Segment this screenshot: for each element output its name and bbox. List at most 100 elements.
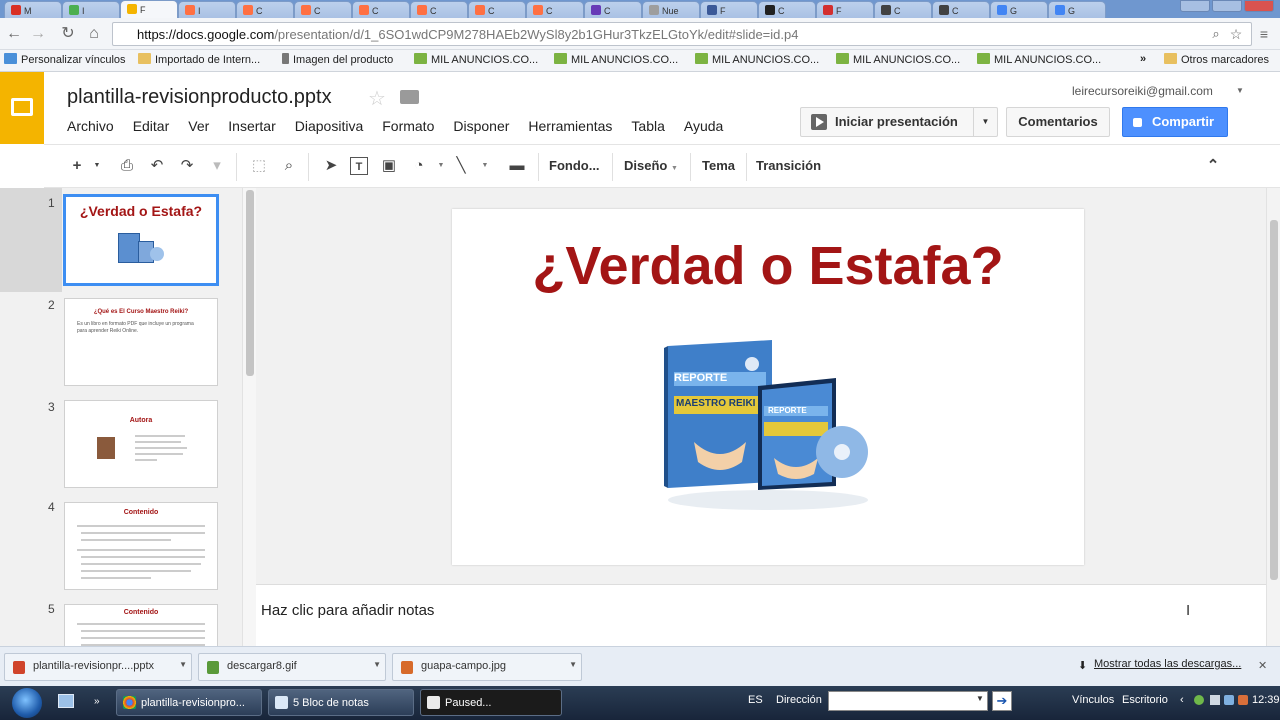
address-dropdown-icon[interactable]: ▼ <box>976 694 984 703</box>
slide-thumbnail-2[interactable]: ¿Qué es El Curso Maestro Reiki? Es un li… <box>64 298 218 386</box>
download-item[interactable]: plantilla-revisionpr....pptx ▼ <box>4 653 192 681</box>
address-bar[interactable]: https://docs.google.com/presentation/d/1… <box>112 22 1252 46</box>
browser-tab[interactable]: F <box>816 1 874 18</box>
start-button-icon[interactable] <box>12 688 42 718</box>
line-dropdown-icon[interactable]: ▼ <box>476 157 494 175</box>
account-dropdown-icon[interactable]: ▼ <box>1236 86 1244 95</box>
minimize-button[interactable] <box>1180 0 1210 12</box>
print-icon[interactable]: ⎙ <box>118 157 136 175</box>
bookmark-item[interactable]: Importado de Intern... <box>138 53 260 66</box>
transition-button[interactable]: Transición <box>756 158 821 173</box>
canvas-scroll-thumb[interactable] <box>1270 220 1278 580</box>
new-slide-dropdown-icon[interactable]: ▼ <box>88 157 106 175</box>
zoom-icon[interactable]: ⌕ <box>280 157 298 175</box>
volume-icon[interactable] <box>1224 695 1234 705</box>
browser-tab[interactable]: Nue <box>642 1 700 18</box>
download-menu-icon[interactable]: ▼ <box>569 660 577 669</box>
line-icon[interactable]: ╲ <box>452 157 470 175</box>
product-image[interactable]: REPORTE MAESTRO REIKI REPORTE <box>664 338 884 518</box>
menu-insertar[interactable]: Insertar <box>228 118 275 136</box>
download-menu-icon[interactable]: ▼ <box>179 660 187 669</box>
language-indicator[interactable]: ES <box>748 694 763 706</box>
undo-icon[interactable]: ↶ <box>148 157 166 175</box>
share-button[interactable]: Compartir <box>1122 107 1228 137</box>
browser-tab[interactable]: C <box>236 1 294 18</box>
taskbar-notepad[interactable]: 5 Bloc de notas <box>268 689 414 716</box>
chrome-menu-icon[interactable]: ≡ <box>1254 24 1274 44</box>
browser-tab[interactable]: F <box>700 1 758 18</box>
taskbar-chrome[interactable]: plantilla-revisionpro... <box>116 689 262 716</box>
go-arrow-icon[interactable]: ➔ <box>992 691 1012 711</box>
bookmark-item[interactable]: MIL ANUNCIOS.CO... <box>554 53 678 66</box>
show-desktop-icon[interactable] <box>58 694 74 708</box>
taskbar-arrow-icon[interactable]: » <box>94 696 100 707</box>
menu-editar[interactable]: Editar <box>133 118 170 136</box>
browser-tab[interactable]: C <box>410 1 468 18</box>
bookmark-item[interactable]: Imagen del producto <box>282 53 393 66</box>
back-arrow-icon[interactable]: ← <box>4 24 24 44</box>
browser-tab[interactable]: I <box>178 1 236 18</box>
links-toolbar-label[interactable]: Vínculos <box>1072 694 1114 706</box>
fit-icon[interactable]: ⬚ <box>250 157 268 175</box>
menu-ayuda[interactable]: Ayuda <box>684 118 723 136</box>
background-button[interactable]: Fondo... <box>549 158 600 173</box>
filmstrip-scroll-thumb[interactable] <box>246 190 254 376</box>
slide-title[interactable]: ¿Verdad o Estafa? <box>452 235 1084 297</box>
new-slide-plus-icon[interactable]: + <box>68 157 86 175</box>
start-presentation-button[interactable]: Iniciar presentación ▼ <box>800 107 998 137</box>
browser-tab[interactable]: C <box>294 1 352 18</box>
address-toolbar-input[interactable] <box>828 691 988 711</box>
browser-tab[interactable]: G <box>1048 1 1106 18</box>
redo-icon[interactable]: ↷ <box>178 157 196 175</box>
select-cursor-icon[interactable]: ➤ <box>322 157 340 175</box>
text-box-icon[interactable]: T <box>350 157 368 175</box>
browser-tab[interactable]: C <box>758 1 816 18</box>
slide-thumbnail-4[interactable]: Contenido <box>64 502 218 590</box>
maximize-button[interactable] <box>1212 0 1242 12</box>
browser-tab[interactable]: F <box>120 0 178 18</box>
filmstrip-scrollbar[interactable] <box>242 188 256 646</box>
user-email[interactable]: leirecursoreiki@gmail.com <box>1072 84 1213 98</box>
menu-tabla[interactable]: Tabla <box>631 118 664 136</box>
tray-app-icon[interactable] <box>1238 695 1248 705</box>
window-controls[interactable] <box>1144 0 1274 14</box>
home-icon[interactable]: ⌂ <box>84 24 104 44</box>
notes-placeholder[interactable]: Haz clic para añadir notas <box>261 602 434 619</box>
menu-archivo[interactable]: Archivo <box>67 118 114 136</box>
star-icon[interactable]: ☆ <box>368 86 386 111</box>
menu-formato[interactable]: Formato <box>382 118 434 136</box>
comments-button[interactable]: Comentarios <box>1006 107 1110 137</box>
tray-app-icon[interactable] <box>1194 695 1204 705</box>
bookmark-item[interactable]: MIL ANUNCIOS.CO... <box>977 53 1101 66</box>
browser-tab[interactable]: C <box>352 1 410 18</box>
bookmark-item[interactable]: Personalizar vínculos <box>4 53 126 66</box>
tray-expand-icon[interactable]: ‹ <box>1180 694 1184 706</box>
present-dropdown-icon[interactable]: ▼ <box>973 108 997 136</box>
bookmark-item[interactable]: MIL ANUNCIOS.CO... <box>695 53 819 66</box>
desktop-toolbar-label[interactable]: Escritorio <box>1122 694 1168 706</box>
shape-dropdown-icon[interactable]: ▼ <box>432 157 450 175</box>
close-window-button[interactable] <box>1244 0 1274 12</box>
comment-icon[interactable]: ▬ <box>508 157 526 175</box>
slide-thumbnail-3[interactable]: Autora <box>64 400 218 488</box>
bookmark-star-icon[interactable]: ☆ <box>1226 24 1246 44</box>
zoom-icon[interactable]: ⌕ <box>1206 24 1226 44</box>
download-item[interactable]: descargar8.gif ▼ <box>198 653 386 681</box>
slides-logo-icon[interactable] <box>0 72 44 144</box>
close-downloads-icon[interactable]: ✕ <box>1258 659 1267 672</box>
layout-button[interactable]: Diseño ▼ <box>624 158 678 173</box>
menu-herramientas[interactable]: Herramientas <box>528 118 612 136</box>
reload-icon[interactable]: ↻ <box>58 24 78 44</box>
clock[interactable]: 12:39 <box>1252 694 1280 706</box>
menu-ver[interactable]: Ver <box>188 118 209 136</box>
menu-disponer[interactable]: Disponer <box>453 118 509 136</box>
browser-tab[interactable]: I <box>62 1 120 18</box>
show-all-downloads-link[interactable]: Mostrar todas las descargas... <box>1094 658 1241 670</box>
bookmarks-overflow-chevron[interactable]: » <box>1140 53 1146 65</box>
download-menu-icon[interactable]: ▼ <box>373 660 381 669</box>
image-icon[interactable]: ▣ <box>380 157 398 175</box>
browser-tab[interactable]: C <box>468 1 526 18</box>
menu-diapositiva[interactable]: Diapositiva <box>295 118 363 136</box>
browser-tab[interactable]: C <box>874 1 932 18</box>
document-title[interactable]: plantilla-revisionproducto.pptx <box>67 86 332 109</box>
